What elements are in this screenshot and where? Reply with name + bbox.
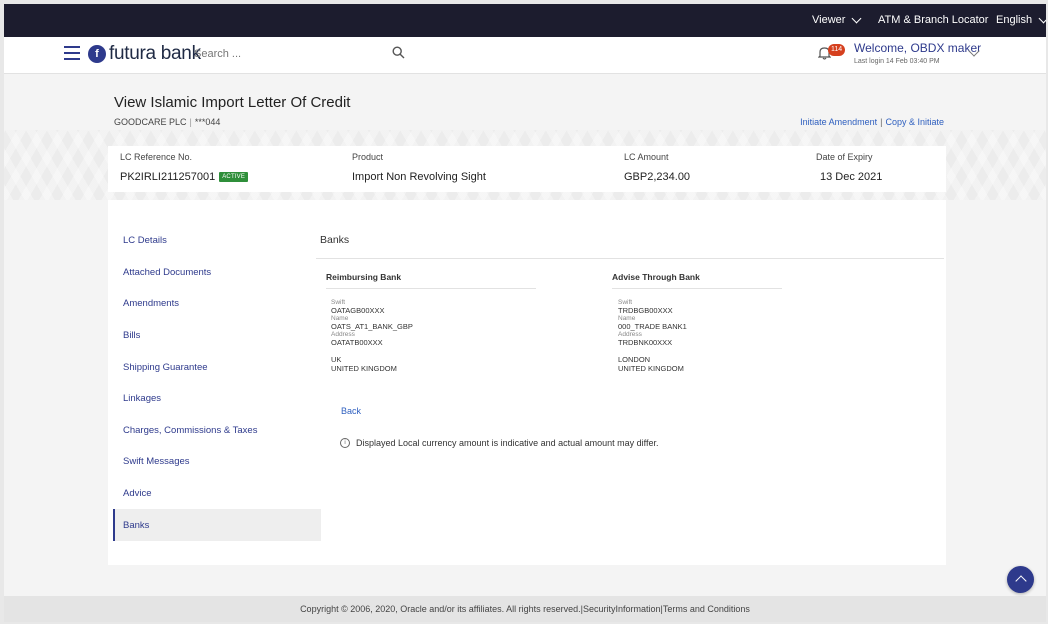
nav-item-lc-details[interactable]: LC Details: [113, 225, 321, 257]
header: f futura bank 114 Welcome, OBDX maker La…: [4, 37, 1046, 74]
nav-item-bills[interactable]: Bills: [113, 320, 321, 352]
lc-amount-value: GBP2,234.00: [624, 171, 691, 183]
swift-value: OATAGB00XXX: [331, 306, 385, 315]
search-icon[interactable]: [392, 46, 405, 59]
chevron-down-icon: [1038, 13, 1046, 23]
chevron-down-icon: [851, 13, 862, 23]
party-account: ***044: [194, 117, 221, 127]
nav-item-attached-documents[interactable]: Attached Documents: [113, 257, 321, 289]
page-title: View Islamic Import Letter Of Credit: [114, 94, 351, 111]
name-label: Name: [618, 315, 636, 322]
hamburger-menu-icon[interactable]: [64, 46, 80, 60]
swift-label: Swift: [618, 299, 633, 306]
swift-label: Swift: [331, 299, 346, 306]
footer: Copyright © 2006, 2020, Oracle and/or it…: [4, 596, 1046, 622]
address-value: OATATB00XXX: [331, 338, 383, 347]
info-message: i Displayed Local currency amount is ind…: [340, 438, 659, 448]
expiry-label: Date of Expiry: [816, 152, 873, 162]
nav-item-banks[interactable]: Banks: [113, 509, 321, 541]
info-text: Displayed Local currency amount is indic…: [356, 438, 659, 448]
nav-item-advice[interactable]: Advice: [113, 478, 321, 510]
name-label: Name: [331, 315, 349, 322]
party-info: GOODCARE PLC | ***044: [114, 117, 221, 127]
atm-branch-locator-link[interactable]: ATM & Branch Locator: [878, 14, 988, 26]
expiry-value: 13 Dec 2021: [820, 171, 883, 183]
nav-item-charges[interactable]: Charges, Commissions & Taxes: [113, 415, 321, 447]
lc-reference-label: LC Reference No.: [120, 152, 193, 162]
party-name: GOODCARE PLC: [114, 117, 187, 127]
nav-item-linkages[interactable]: Linkages: [113, 383, 321, 415]
nav-item-shipping-guarantee[interactable]: Shipping Guarantee: [113, 351, 321, 383]
atm-branch-locator-label: ATM & Branch Locator: [878, 14, 989, 26]
address-value: TRDBNK00XXX: [618, 338, 673, 347]
product-label: Product: [352, 152, 384, 162]
viewer-label: Viewer: [812, 14, 846, 26]
notification-badge: 114: [828, 44, 846, 56]
viewer-dropdown[interactable]: Viewer: [812, 13, 862, 26]
lc-amount-label: LC Amount: [624, 152, 669, 162]
advise-through-bank-card: Advise Through Bank Swift TRDBGB00XXX Na…: [612, 272, 782, 373]
nav-item-swift-messages[interactable]: Swift Messages: [113, 446, 321, 478]
lc-reference-column: LC Reference No. PK2IRLI211257001 ACTIVE: [120, 152, 249, 183]
initiate-amendment-link[interactable]: Initiate Amendment: [800, 117, 877, 127]
address-label: Address: [618, 331, 642, 338]
country-value: UNITED KINGDOM: [618, 364, 684, 373]
user-menu[interactable]: Welcome, OBDX maker Last login 14 Feb 03…: [854, 41, 981, 65]
search-input[interactable]: [192, 47, 386, 61]
logo-mark-icon: f: [88, 45, 106, 63]
top-bar: Viewer ATM & Branch Locator English: [4, 4, 1046, 37]
section-divider: [316, 258, 944, 259]
bank-logo[interactable]: f futura bank: [88, 43, 201, 65]
back-link[interactable]: Back: [341, 406, 361, 416]
side-nav: LC Details Attached Documents Amendments…: [113, 225, 321, 541]
title-area: View Islamic Import Letter Of Credit GOO…: [108, 74, 950, 130]
language-label: English: [996, 14, 1033, 26]
city-value: UK: [331, 355, 342, 364]
reimbursing-bank-heading: Reimbursing Bank: [326, 272, 402, 282]
info-icon: i: [340, 438, 350, 448]
scroll-to-top-button[interactable]: [1007, 566, 1034, 593]
product-column: Product Import Non Revolving Sight: [352, 152, 486, 183]
name-value: 000_TRADE BANK1: [618, 322, 687, 331]
language-dropdown[interactable]: English: [996, 13, 1046, 26]
copy-initiate-link[interactable]: Copy & Initiate: [885, 117, 944, 127]
advise-through-bank-heading: Advise Through Bank: [612, 272, 700, 282]
country-value: UNITED KINGDOM: [331, 364, 397, 373]
logo-text: futura bank: [109, 43, 201, 64]
app-frame: Viewer ATM & Branch Locator English f fu…: [4, 4, 1046, 622]
lc-amount-column: LC Amount GBP2,234.00: [624, 152, 690, 183]
section-title: Banks: [320, 234, 350, 246]
welcome-text: Welcome, OBDX maker: [854, 41, 982, 55]
expiry-column: Date of Expiry 13 Dec 2021: [816, 152, 882, 183]
last-login-text: Last login 14 Feb 03:40 PM: [854, 58, 940, 65]
address-label: Address: [331, 331, 355, 338]
lc-summary: LC Reference No. PK2IRLI211257001 ACTIVE…: [108, 146, 946, 192]
name-value: OATS_AT1_BANK_GBP: [331, 322, 413, 331]
lc-reference-value: PK2IRLI211257001: [120, 171, 216, 183]
footer-text: Copyright © 2006, 2020, Oracle and/or it…: [300, 604, 750, 614]
product-value: Import Non Revolving Sight: [352, 171, 486, 183]
swift-value: TRDBGB00XXX: [618, 306, 673, 315]
nav-item-amendments[interactable]: Amendments: [113, 288, 321, 320]
status-badge: ACTIVE: [219, 172, 249, 182]
city-value: LONDON: [618, 355, 651, 364]
main-panel: LC Details Attached Documents Amendments…: [108, 200, 946, 565]
reimbursing-bank-card: Reimbursing Bank Swift OATAGB00XXX Name …: [326, 272, 536, 373]
page-actions: Initiate Amendment | Copy & Initiate: [800, 117, 944, 127]
